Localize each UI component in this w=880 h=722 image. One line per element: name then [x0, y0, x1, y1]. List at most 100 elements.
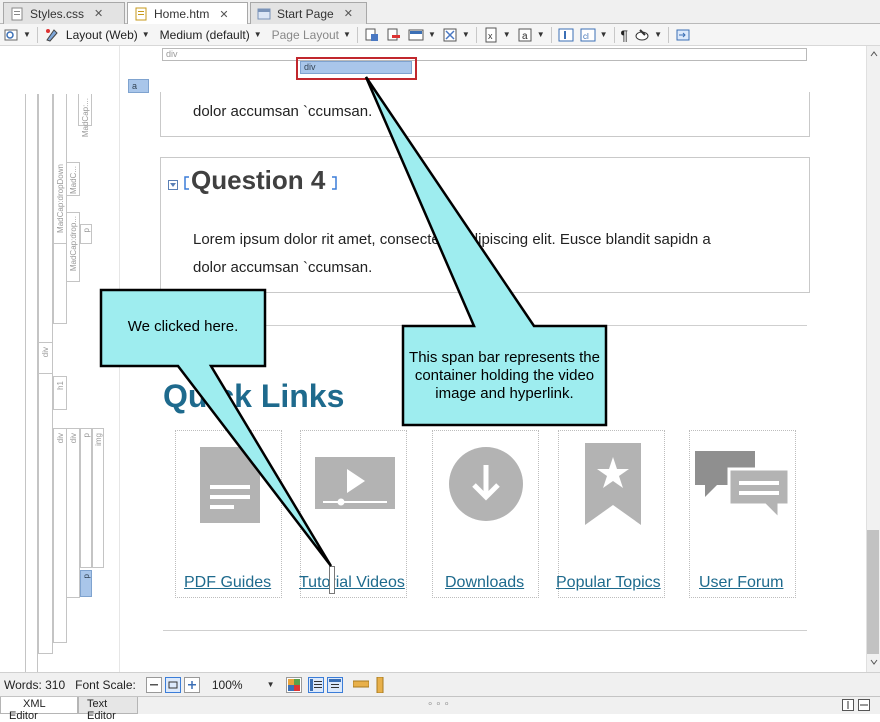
structure-bar[interactable] — [25, 94, 38, 684]
chevron-down-icon: ▼ — [502, 30, 511, 39]
tab-start-page[interactable]: Start Page ✕ — [250, 2, 367, 24]
horizontal-ruler-button[interactable] — [352, 677, 370, 693]
preview-button[interactable]: ▼ — [0, 25, 34, 45]
show-tags-button[interactable]: ▼ — [405, 25, 439, 45]
chevron-down-icon: ▼ — [599, 30, 608, 39]
structure-bar-label: img — [94, 433, 103, 446]
structure-bar[interactable]: div — [66, 428, 80, 598]
status-bar: Words: 310 Font Scale: 100% ▼ — [0, 672, 880, 696]
collapse-toggle-icon[interactable] — [168, 180, 178, 190]
chevron-down-icon: ▼ — [461, 30, 470, 39]
close-icon[interactable]: ✕ — [94, 7, 103, 20]
chevron-down-icon[interactable]: ▼ — [267, 680, 275, 689]
reset-scale-icon — [168, 681, 178, 688]
show-markers-button[interactable]: ▼ — [439, 25, 473, 45]
quick-link-card-downloads[interactable]: Downloads — [432, 430, 539, 598]
previous-answer-text: dolor accumsan `ccumsan. — [193, 103, 373, 120]
variable-icon: x — [485, 27, 497, 42]
quick-link-card-tutorial-videos[interactable]: Tutorial Videos — [299, 430, 407, 598]
quick-links-heading[interactable]: Quick Links — [163, 378, 344, 415]
medium-dropdown[interactable]: Medium (default) ▼ — [157, 25, 265, 45]
font-scale-reset-button[interactable] — [164, 676, 181, 693]
structure-bar[interactable]: div — [38, 342, 53, 374]
insert-field-button[interactable] — [555, 25, 577, 45]
quick-link-card-pdf-guides[interactable]: PDF Guides — [175, 430, 282, 598]
span-bar-div[interactable]: div — [162, 48, 807, 61]
quick-link-card-popular-topics[interactable]: Popular Topics — [556, 430, 665, 598]
structure-bar[interactable]: p — [80, 428, 92, 568]
vertical-ruler-button[interactable] — [373, 676, 389, 693]
show-changes-button[interactable] — [383, 25, 405, 45]
quick-link-card-user-forum[interactable]: User Forum — [689, 430, 796, 598]
page-layout-dropdown[interactable]: Page Layout ▼ — [269, 25, 354, 45]
track-changes-button[interactable] — [361, 25, 383, 45]
structure-bar[interactable]: div — [53, 428, 67, 643]
tab-styles-css[interactable]: Styles.css ✕ — [3, 2, 125, 24]
structure-bar[interactable]: img — [92, 428, 104, 568]
structure-bar-label: p — [82, 433, 91, 438]
structure-bar-label: div — [41, 347, 50, 358]
show-changes-icon — [387, 28, 400, 40]
layout-dropdown[interactable]: Layout (Web) ▼ — [63, 25, 153, 45]
show-formatting-button[interactable]: ¶ — [618, 25, 632, 45]
scroll-down-icon[interactable] — [870, 658, 878, 666]
insert-snippet-button[interactable]: a ▼ — [514, 25, 548, 45]
link-pdf-guides[interactable]: PDF Guides — [184, 574, 271, 592]
show-structure-bars-button[interactable] — [308, 676, 325, 693]
font-scale-decrease-button[interactable] — [145, 676, 162, 693]
scrollbar-thumb[interactable] — [867, 530, 879, 654]
structure-bar-label: div — [56, 433, 65, 444]
structure-bar[interactable]: h1 — [53, 376, 67, 410]
split-horizontal-icon — [860, 704, 868, 706]
structure-bar[interactable]: MadCap:... — [78, 94, 92, 137]
tab-text-editor[interactable]: Text Editor — [78, 697, 138, 722]
link-tutorial-videos[interactable]: Tutorial Videos — [299, 574, 405, 592]
link-downloads[interactable]: Downloads — [445, 574, 524, 592]
structure-bar[interactable] — [38, 94, 53, 654]
structure-bar[interactable]: MadCap:dropDown — [53, 94, 67, 244]
span-bar-a[interactable]: a — [128, 79, 149, 93]
font-scale-increase-button[interactable] — [183, 676, 200, 693]
close-icon[interactable]: ✕ — [219, 8, 228, 21]
link-user-forum[interactable]: User Forum — [699, 574, 783, 592]
structure-bar[interactable]: p — [80, 224, 92, 244]
tab-label: XML Editor — [9, 698, 46, 722]
close-icon[interactable]: ✕ — [344, 7, 353, 20]
structure-bar-gutter: MadCap:... MadCap:dropDown MadC... MadCa… — [0, 46, 120, 684]
video-player-icon — [315, 457, 395, 509]
structure-bar-label: p — [82, 228, 91, 233]
tab-home-htm[interactable]: Home.htm ✕ — [127, 2, 248, 25]
zoom-value[interactable]: 100% — [212, 678, 243, 692]
structure-bars-left-icon — [310, 678, 323, 691]
markers-icon — [443, 28, 457, 41]
toolbar-separator — [550, 26, 552, 43]
structure-bar[interactable]: MadC... — [66, 162, 80, 196]
insert-variable-button[interactable]: x ▼ — [480, 25, 514, 45]
show-span-bars-button[interactable] — [327, 676, 344, 693]
resize-grip-icon[interactable]: ∘∘∘ — [427, 699, 452, 710]
chat-bubbles-icon — [695, 451, 791, 523]
link-popular-topics[interactable]: Popular Topics — [556, 574, 661, 592]
tab-xml-editor[interactable]: XML Editor — [0, 697, 78, 722]
attach-stylesheet-button[interactable] — [672, 25, 694, 45]
scroll-up-icon[interactable] — [870, 50, 878, 58]
toolbar-separator — [668, 26, 669, 43]
text-cursor-handle[interactable] — [329, 566, 335, 594]
bracket-close-icon — [332, 176, 337, 190]
insert-cross-reference-button[interactable]: cl ▼ — [577, 25, 611, 45]
question-4-answer-line[interactable]: dolor accumsan `ccumsan. — [193, 254, 372, 282]
structure-bar-selected[interactable]: p — [80, 570, 92, 597]
conditions-button[interactable] — [41, 25, 63, 45]
split-vertical-button[interactable] — [842, 699, 854, 711]
question-4-answer-line[interactable]: Lorem ipsum dolor rit amet, consectetur … — [193, 226, 711, 254]
svg-text:cl: cl — [583, 32, 589, 41]
structure-bar[interactable]: MadCap:drop... — [66, 212, 80, 282]
split-horizontal-button[interactable] — [858, 699, 870, 711]
view-mode-button[interactable] — [286, 676, 303, 693]
question-4-heading[interactable]: Question 4 — [191, 165, 325, 196]
callout-span-bar-text: This span bar represents the container h… — [409, 349, 600, 402]
highlight-button[interactable]: ▼ — [631, 25, 665, 45]
structure-bar-label: MadC... — [69, 166, 78, 195]
structure-bar[interactable] — [53, 244, 67, 324]
highlight-rectangle — [296, 57, 417, 80]
